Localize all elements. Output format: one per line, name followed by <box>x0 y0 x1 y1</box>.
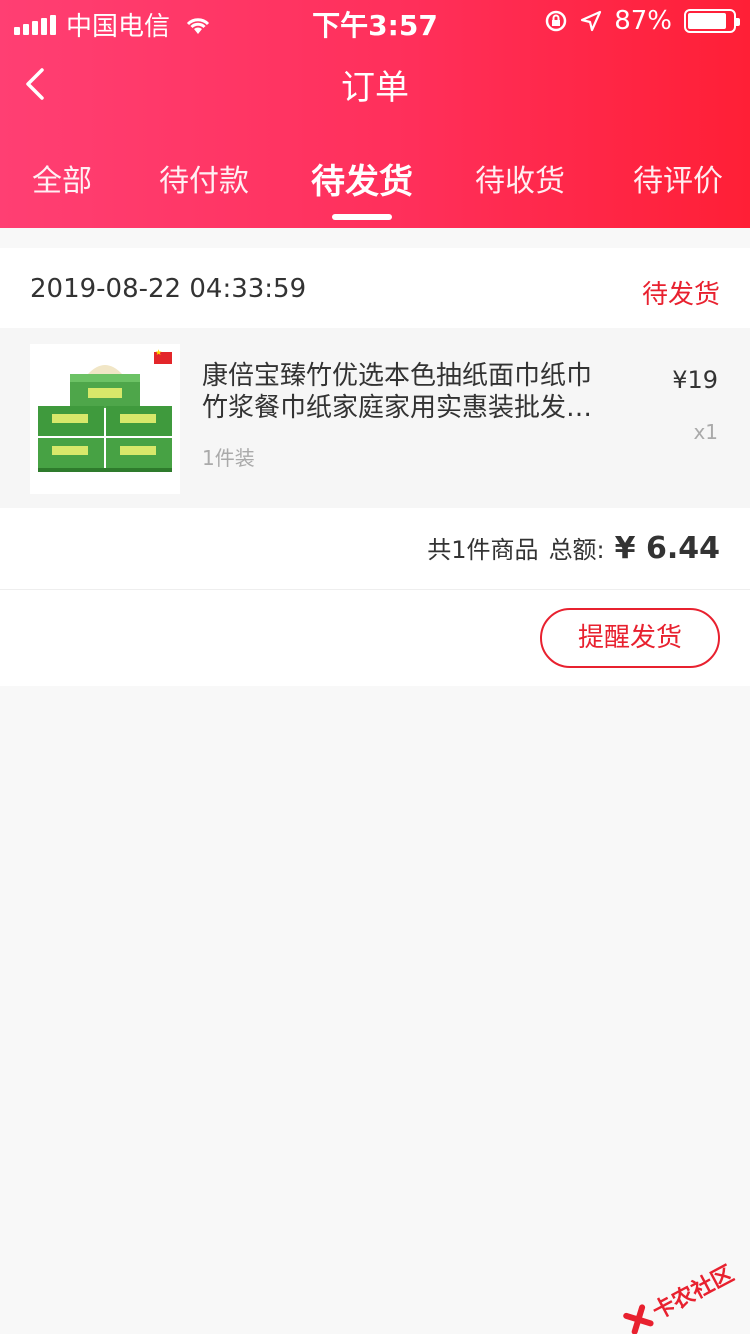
watermark: 卡农社区 <box>619 1256 738 1334</box>
tissue-box-image <box>30 344 180 494</box>
item-count: 共1件商品 <box>427 536 539 564</box>
order-header: 2019-08-22 04:33:59 待发货 <box>0 248 750 328</box>
battery-percent: 87% <box>614 6 672 36</box>
product-item[interactable]: 康倍宝臻竹优选本色抽纸面巾纸巾竹浆餐巾纸家庭家用实惠装批发… 1件装 ¥19 x… <box>0 328 750 508</box>
order-time: 2019-08-22 04:33:59 <box>30 274 307 304</box>
header: 中国电信 下午3:57 87% 订单 全部 待付款 待发货 待收货 待评价 <box>0 0 750 228</box>
product-quantity: x1 <box>693 420 718 444</box>
tab-pending-receipt[interactable]: 待收货 <box>474 156 566 200</box>
total-label: 总额: <box>548 536 605 564</box>
watermark-text: 卡农社区 <box>648 1261 739 1325</box>
product-spec: 1件装 <box>202 446 255 470</box>
nav-bar: 订单 <box>0 40 750 128</box>
order-summary: 共1件商品 总额: ¥ 6.44 <box>0 508 750 590</box>
battery-icon <box>684 9 740 33</box>
location-icon <box>581 10 602 32</box>
order-card[interactable]: 2019-08-22 04:33:59 待发货 ★ 康倍宝臻竹优选本色抽纸面巾纸… <box>0 248 750 686</box>
tab-pending-review[interactable]: 待评价 <box>632 156 724 200</box>
product-price: ¥19 <box>672 366 718 394</box>
status-right: 87% <box>544 6 740 36</box>
tab-pending-payment[interactable]: 待付款 <box>158 156 250 200</box>
active-tab-indicator <box>332 214 392 220</box>
status-bar: 中国电信 下午3:57 87% <box>0 0 750 42</box>
product-name[interactable]: 康倍宝臻竹优选本色抽纸面巾纸巾竹浆餐巾纸家庭家用实惠装批发… <box>202 360 612 424</box>
tab-pending-shipment[interactable]: 待发货 <box>310 154 414 203</box>
page-title: 订单 <box>341 68 409 108</box>
rotation-lock-icon <box>545 10 567 32</box>
summary-text: 共1件商品 总额: ¥ 6.44 <box>427 530 720 566</box>
product-image <box>30 344 180 494</box>
order-tabs: 全部 待付款 待发货 待收货 待评价 <box>0 150 750 228</box>
order-actions: 提醒发货 <box>0 590 750 686</box>
total-amount: ¥ 6.44 <box>614 531 720 566</box>
tab-all[interactable]: 全部 <box>30 156 94 200</box>
remind-shipment-button[interactable]: 提醒发货 <box>540 608 720 668</box>
china-flag-icon <box>154 348 172 364</box>
order-status: 待发货 <box>641 280 720 310</box>
